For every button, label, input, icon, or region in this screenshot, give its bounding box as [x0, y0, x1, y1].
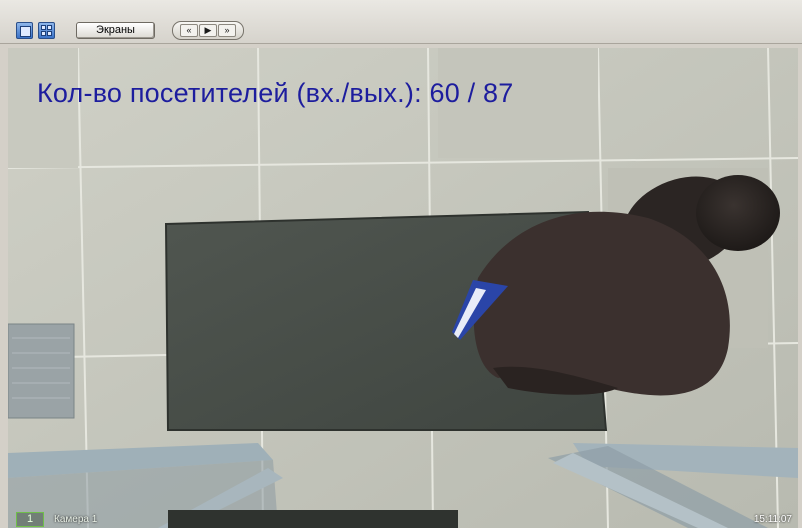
grid-cell [41, 31, 46, 36]
grid-screens-icon[interactable] [38, 22, 55, 39]
screens-button[interactable]: Экраны [76, 22, 155, 39]
camera-status-bar: 1 Камера 1 15:11:07 [8, 510, 798, 528]
camera-number-badge[interactable]: 1 [16, 512, 44, 527]
grid-cell [47, 25, 52, 30]
camera-name: Камера 1 [54, 514, 98, 525]
next-screen-button[interactable]: » [218, 24, 236, 37]
camera-video-frame [8, 48, 798, 528]
single-screen-icon[interactable] [16, 22, 33, 39]
visitor-counter-overlay: Кол-во посетителей (вх./вых.): 60 / 87 [37, 78, 514, 108]
grid-cell [47, 31, 52, 36]
camera-timestamp: 15:11:07 [753, 514, 792, 525]
toolbar: Экраны « ▶ » [0, 0, 802, 44]
grid-cell [41, 25, 46, 30]
play-button[interactable]: ▶ [199, 24, 217, 37]
screen-navigation: « ▶ » [172, 21, 244, 40]
camera-video-window[interactable]: Кол-во посетителей (вх./вых.): 60 / 87 1… [8, 48, 798, 528]
previous-screen-button[interactable]: « [180, 24, 198, 37]
